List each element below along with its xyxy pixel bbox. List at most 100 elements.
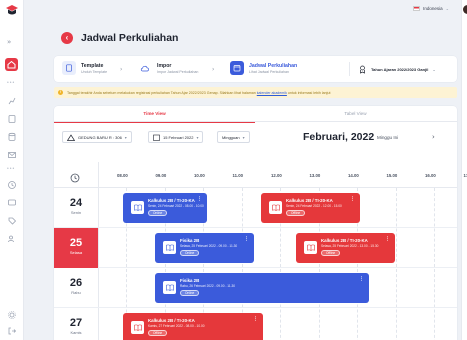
back-button[interactable]: ‹	[61, 32, 73, 44]
file-icon	[62, 61, 76, 75]
more-options-icon[interactable]: ⋮	[253, 316, 258, 322]
event-mode-badge: Offline	[286, 210, 306, 216]
event-time: Senin, 24 Februari 2022 - 08.00 - 10.00	[148, 204, 204, 208]
step-subtitle: Lihat Jadwal Perkuliahan	[249, 69, 289, 74]
day-number: 25	[69, 237, 83, 249]
hour-label: 15.00	[386, 173, 398, 178]
event-title: Fisika 2B	[180, 238, 200, 243]
academic-year-value: Tahun Ajaran 2022/2023 Ganjil	[371, 66, 429, 72]
chevron-right-icon: ›	[120, 66, 123, 73]
event-mode-badge: Online	[148, 210, 168, 216]
monitor-icon[interactable]	[7, 198, 17, 208]
app-logo-icon[interactable]	[5, 4, 19, 18]
clock-icon	[70, 170, 80, 183]
chevron-down-icon: ▾	[242, 134, 245, 140]
document-icon[interactable]	[7, 114, 17, 124]
more-options-icon[interactable]: ⋮	[385, 236, 390, 242]
avatar[interactable]	[463, 5, 467, 14]
day-cell[interactable]: 27 Kamis	[54, 308, 98, 340]
current-week-button[interactable]: Minggu Ini	[377, 135, 398, 140]
academic-year-select[interactable]: Tahun Ajaran 2022/2023 Ganjil ⌄	[349, 62, 453, 76]
book-icon	[163, 281, 176, 294]
hour-label: 14.00	[348, 173, 359, 178]
flag-icon	[413, 6, 421, 11]
database-icon[interactable]	[7, 132, 17, 142]
more-options-icon[interactable]: ⋮	[244, 236, 249, 242]
event-time: Senin, 24 Februari 2022 - 12.00 - 15.00	[286, 204, 342, 208]
day-row: 24 Senin	[54, 188, 457, 228]
hour-label: 13.00	[309, 173, 321, 178]
event-time: Selasa, 25 Februari 2022 - 09.00 - 11.30	[180, 244, 238, 248]
hour-label: 10.00	[194, 173, 205, 178]
schedule-event[interactable]: Fisika 2B Selasa, 25 Februari 2022 - 09.0…	[155, 233, 254, 263]
home-icon[interactable]	[5, 58, 18, 71]
more-options-icon[interactable]: ⋮	[350, 196, 355, 202]
time-grid: 08.00 09.00 10.00 11.00 12.00 13.00 14.00 15.00…	[54, 162, 467, 340]
info-alert: ! Tanggal terakhir Anda sebelum melakuka…	[54, 87, 457, 98]
schedule-event[interactable]: Kalkulus 2B / TI-20-KA Senin, 24 Februari…	[123, 193, 207, 223]
step-subtitle: Impor Jadwal Perkuliahan	[157, 69, 199, 74]
chevron-down-icon: ⌄	[445, 6, 449, 11]
period-value: Mingguan	[222, 134, 240, 140]
clock-icon[interactable]	[7, 180, 17, 190]
schedule-panel: Time View Tabel View GEDUNG BARU R : 306…	[54, 106, 467, 340]
day-cell[interactable]: 24 Senin	[54, 188, 98, 228]
event-title: Kalkulus 2B / TI-20-KA	[148, 198, 195, 203]
tab-time-view[interactable]: Time View	[54, 106, 255, 123]
day-name: Kamis	[70, 330, 82, 335]
hour-label: 17.0	[463, 173, 467, 178]
period-select[interactable]: Mingguan ▾	[217, 131, 250, 143]
step-title: Template	[81, 62, 104, 69]
title-row: ‹ Jadwal Perkuliahan	[61, 32, 178, 44]
view-tabs: Time View Tabel View	[54, 106, 457, 123]
step-import[interactable]: Impor Impor Jadwal Perkuliahan	[138, 61, 198, 75]
logout-icon[interactable]	[7, 326, 17, 336]
step-schedule[interactable]: Jadwal Perkuliahan Lihat Jadwal Perkulia…	[230, 61, 297, 75]
month-label: Februari, 2022	[303, 131, 375, 143]
event-time: Kamis, 27 Februari 2022 - 08.00 - 10.00	[148, 324, 205, 328]
schedule-event[interactable]: Kalkulus 2B / TI-20-KA Senin, 24 Februari…	[261, 193, 360, 223]
event-title: Kalkulus 2B / TI-20-KA	[148, 318, 195, 323]
step-template[interactable]: Template Unduh Template	[62, 61, 107, 75]
expand-sidebar-icon[interactable]: »	[7, 38, 11, 46]
settings-icon[interactable]	[7, 310, 17, 320]
schedule-event[interactable]: Kalkulus 2B / TI-20-KA Selasa, 25 Februar…	[296, 233, 395, 263]
tag-icon[interactable]	[7, 216, 17, 226]
prev-week-button[interactable]: ‹	[368, 133, 371, 141]
date-select[interactable]: 15 Februari 2022 ▾	[148, 131, 204, 143]
right-panel-strip	[461, 0, 467, 340]
step-title: Impor	[157, 62, 172, 69]
language-selector[interactable]: Indonesia ⌄	[413, 6, 449, 11]
event-mode-badge: Offline	[148, 330, 168, 336]
event-mode-badge: Online	[180, 290, 200, 296]
day-cell[interactable]: 26 Rabu	[54, 268, 98, 308]
more-options-icon[interactable]: ⋮	[197, 196, 202, 202]
day-cell[interactable]: 25 Selasa	[54, 228, 98, 268]
building-select[interactable]: GEDUNG BARU R : 306 ▾	[62, 131, 132, 143]
schedule-event[interactable]: Kalkulus 2B / TI-20-KA Kamis, 27 Februari…	[123, 313, 263, 340]
academic-calendar-link[interactable]: kalender akademik	[257, 91, 287, 95]
date-value: 15 Februari 2022	[163, 134, 194, 140]
schedule-event[interactable]: Fisika 2B Rabu, 26 Februari 2022 - 09.00 …	[155, 273, 369, 303]
book-icon	[269, 201, 282, 214]
event-mode-badge: Offline	[321, 250, 341, 256]
chart-icon[interactable]	[7, 96, 17, 106]
book-icon	[131, 201, 144, 214]
chevron-down-icon: ⌄	[432, 66, 436, 72]
day-number: 27	[69, 317, 83, 329]
mail-icon[interactable]	[7, 150, 17, 160]
next-week-button[interactable]: ›	[432, 133, 435, 141]
day-name: Senin	[70, 210, 82, 215]
tab-table-view[interactable]: Tabel View	[255, 106, 456, 122]
step-subtitle: Unduh Template	[81, 69, 108, 74]
step-title: Jadwal Perkuliahan	[249, 62, 298, 69]
separator-dots: •••	[7, 166, 16, 172]
calendar-icon	[153, 134, 160, 141]
day-name: Rabu	[71, 290, 81, 295]
hour-label: 09.00	[155, 173, 167, 178]
more-options-icon[interactable]: ⋮	[359, 276, 364, 282]
building-icon	[67, 133, 75, 141]
users-icon[interactable]	[7, 234, 17, 244]
book-icon	[304, 241, 317, 254]
graduation-icon	[360, 65, 365, 74]
